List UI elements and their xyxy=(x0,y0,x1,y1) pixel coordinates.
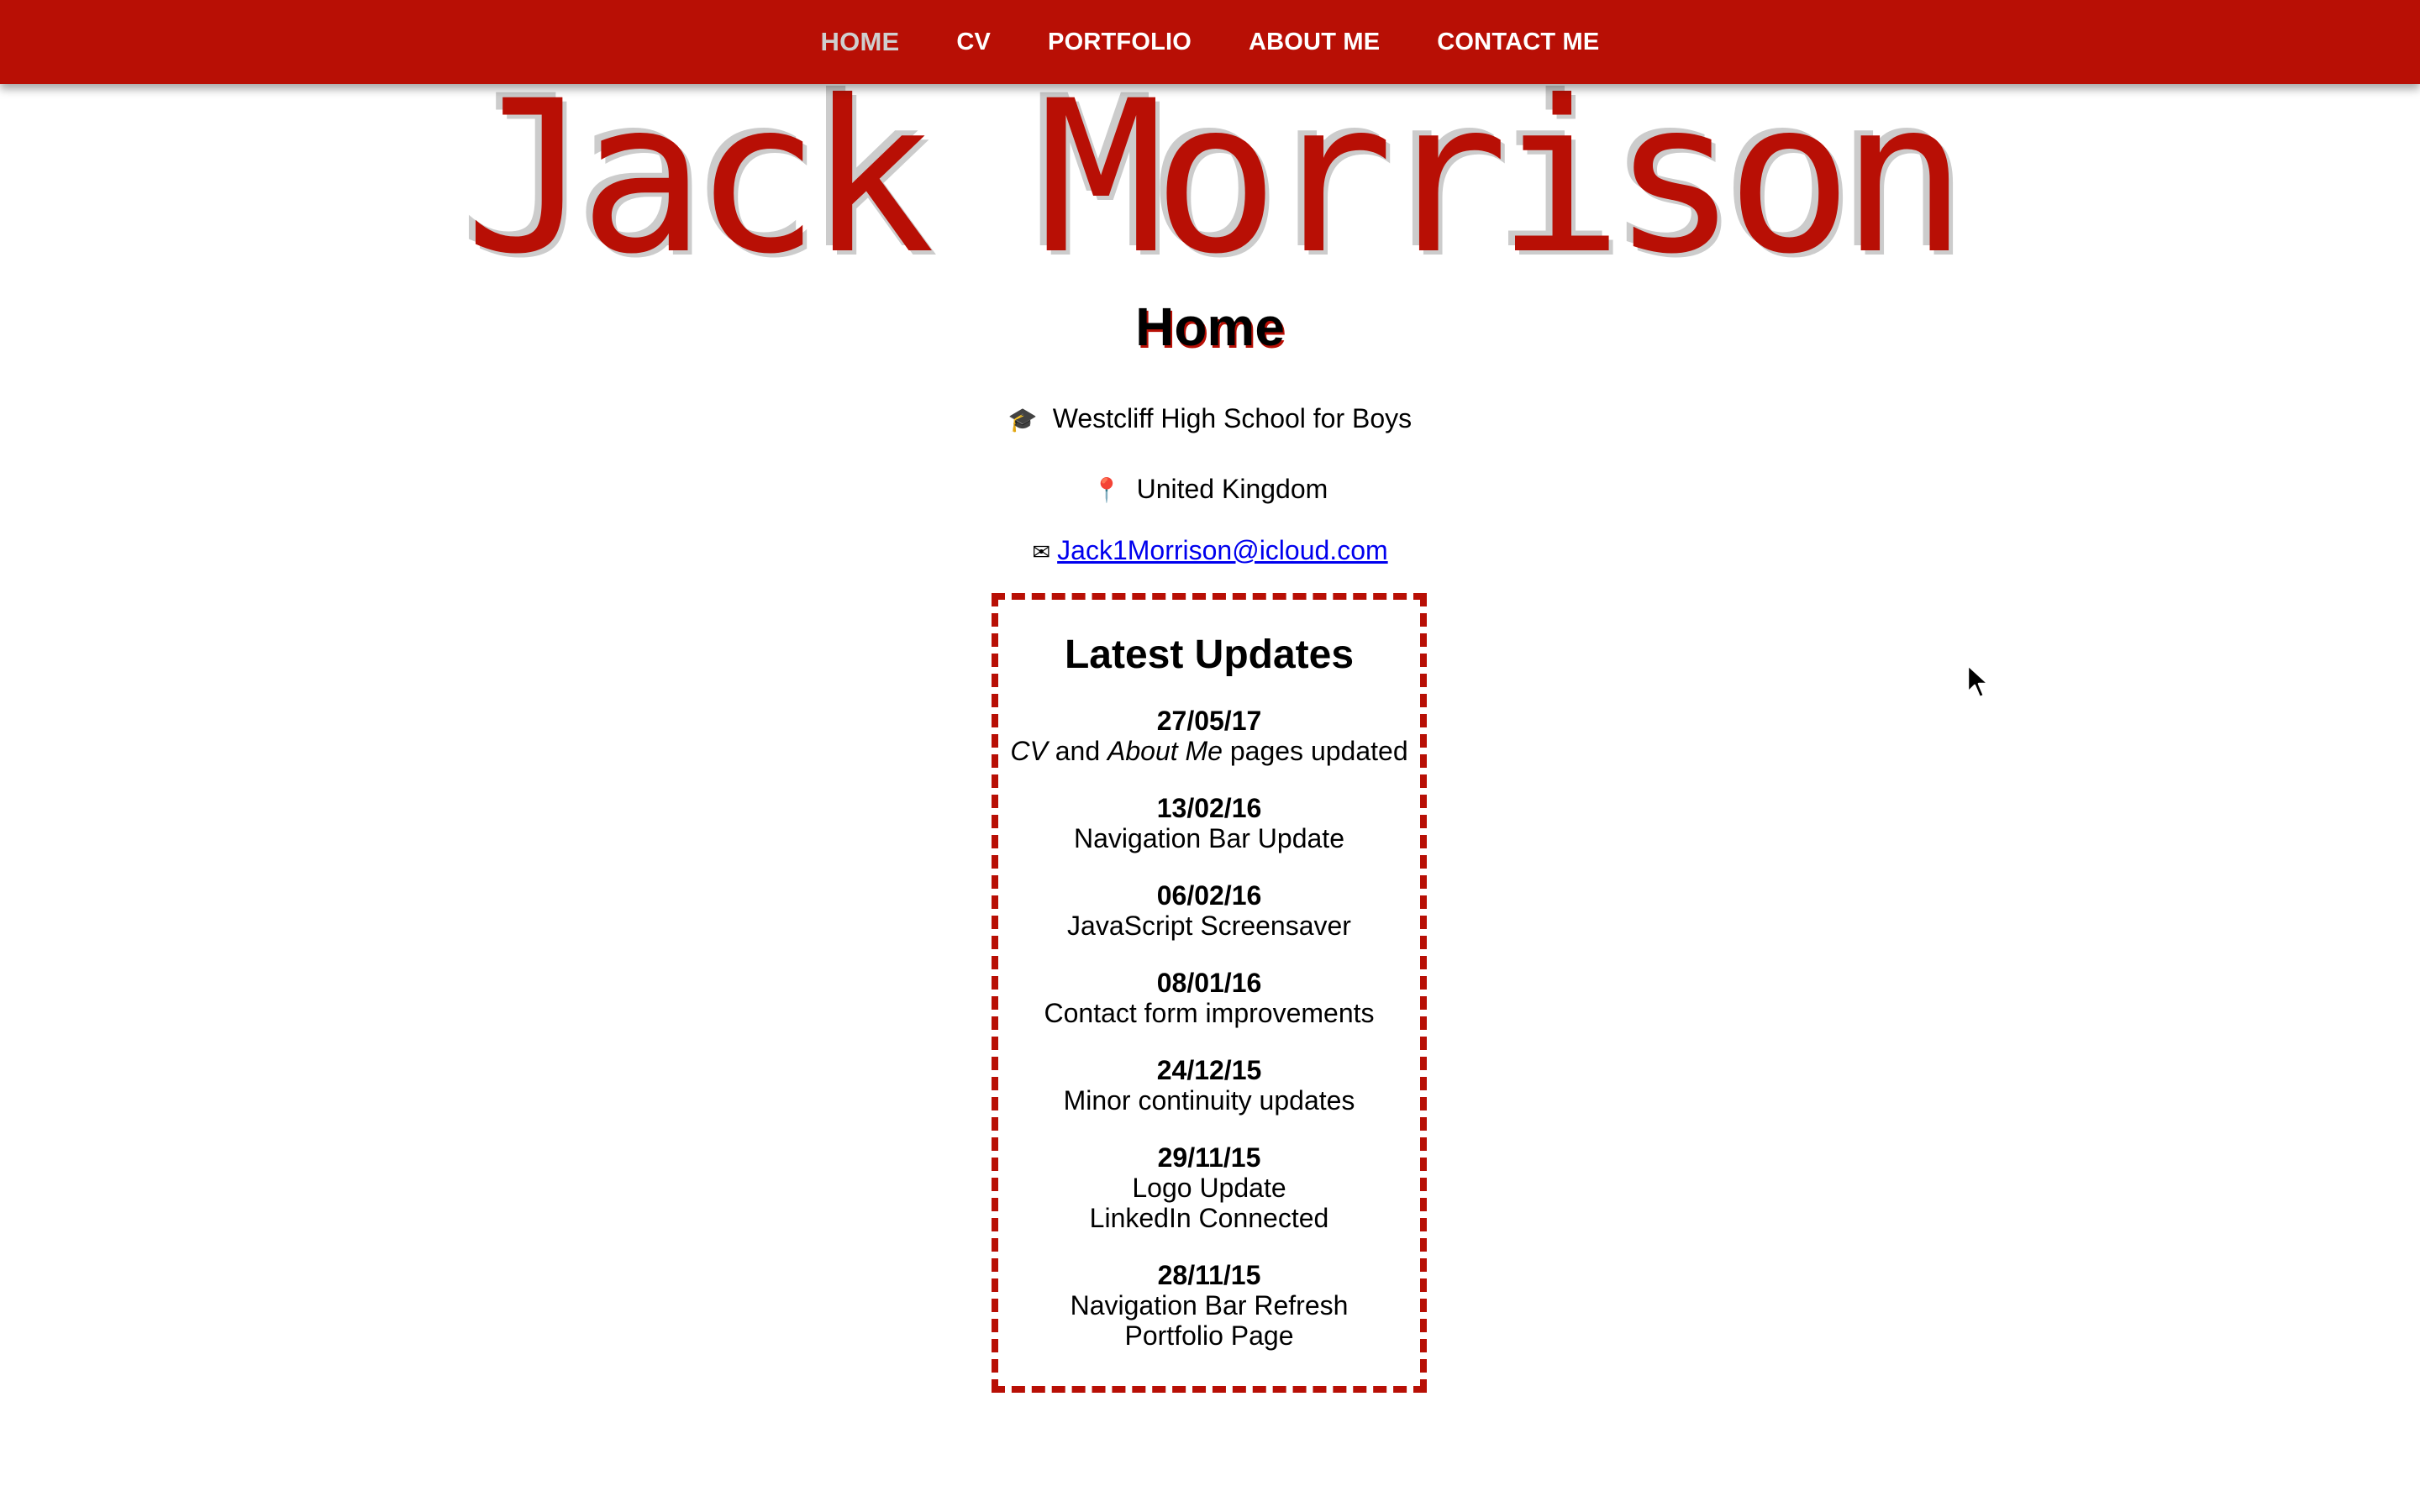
envelope-icon: ✉ xyxy=(1032,539,1051,564)
update-entry: 28/11/15 Navigation Bar Refresh Portfoli… xyxy=(998,1260,1420,1351)
update-text: Portfolio Page xyxy=(1124,1320,1294,1351)
update-text: Navigation Bar Update xyxy=(1074,823,1344,853)
update-text: CV and About Me pages updated xyxy=(1010,736,1408,766)
latest-updates-box: Latest Updates 27/05/17 CV and About Me … xyxy=(992,593,1427,1393)
update-entry: 06/02/16 JavaScript Screensaver xyxy=(998,880,1420,941)
update-date: 28/11/15 xyxy=(1157,1260,1261,1290)
update-date: 08/01/16 xyxy=(1156,968,1262,998)
update-text: Minor continuity updates xyxy=(1063,1085,1355,1116)
update-text: JavaScript Screensaver xyxy=(1067,911,1351,941)
location-line: 📍 United Kingdom xyxy=(0,474,2420,505)
top-navbar: HOME CV PORTFOLIO ABOUT ME CONTACT ME xyxy=(0,0,2420,84)
update-entry: 29/11/15 Logo Update LinkedIn Connected xyxy=(998,1142,1420,1233)
map-pin-icon: 📍 xyxy=(1092,477,1122,503)
school-text: Westcliff High School for Boys xyxy=(1052,403,1413,433)
latest-updates-title: Latest Updates xyxy=(1064,633,1355,677)
nav-item-about-me[interactable]: ABOUT ME xyxy=(1249,29,1380,56)
update-entry: 08/01/16 Contact form improvements xyxy=(998,968,1420,1028)
nav-item-contact-me[interactable]: CONTACT ME xyxy=(1437,29,1599,56)
school-line: 🎓 Westcliff High School for Boys xyxy=(0,403,2420,434)
update-date: 29/11/15 xyxy=(1157,1142,1261,1173)
site-title-logo: Jack Morrison xyxy=(464,55,1968,300)
mouse-pointer-svg xyxy=(1966,664,1990,699)
nav-list: HOME CV PORTFOLIO ABOUT ME CONTACT ME xyxy=(0,0,2420,84)
location-text: United Kingdom xyxy=(1136,474,1328,504)
update-text: Contact form improvements xyxy=(1044,998,1375,1028)
page-heading: Home xyxy=(1135,297,1285,357)
update-date: 24/12/15 xyxy=(1156,1055,1262,1085)
email-line: ✉ Jack1Morrison@icloud.com xyxy=(0,535,2420,566)
email-link[interactable]: Jack1Morrison@icloud.com xyxy=(1057,535,1388,565)
update-date: 06/02/16 xyxy=(1156,880,1262,911)
update-entry: 13/02/16 Navigation Bar Update xyxy=(998,793,1420,853)
update-text: Logo Update xyxy=(1132,1173,1286,1203)
graduation-cap-icon: 🎓 xyxy=(1007,407,1038,433)
nav-item-home[interactable]: HOME xyxy=(821,27,900,57)
nav-item-cv[interactable]: CV xyxy=(956,29,991,56)
update-text: Navigation Bar Refresh xyxy=(1070,1290,1349,1320)
update-entry: 24/12/15 Minor continuity updates xyxy=(998,1055,1420,1116)
update-text: LinkedIn Connected xyxy=(1089,1203,1329,1233)
update-date: 27/05/17 xyxy=(1156,706,1262,736)
update-list: 27/05/17 CV and About Me pages updated 1… xyxy=(998,706,1420,1351)
update-date: 13/02/16 xyxy=(1156,793,1262,823)
update-entry: 27/05/17 CV and About Me pages updated xyxy=(998,706,1420,766)
nav-item-portfolio[interactable]: PORTFOLIO xyxy=(1048,29,1192,56)
